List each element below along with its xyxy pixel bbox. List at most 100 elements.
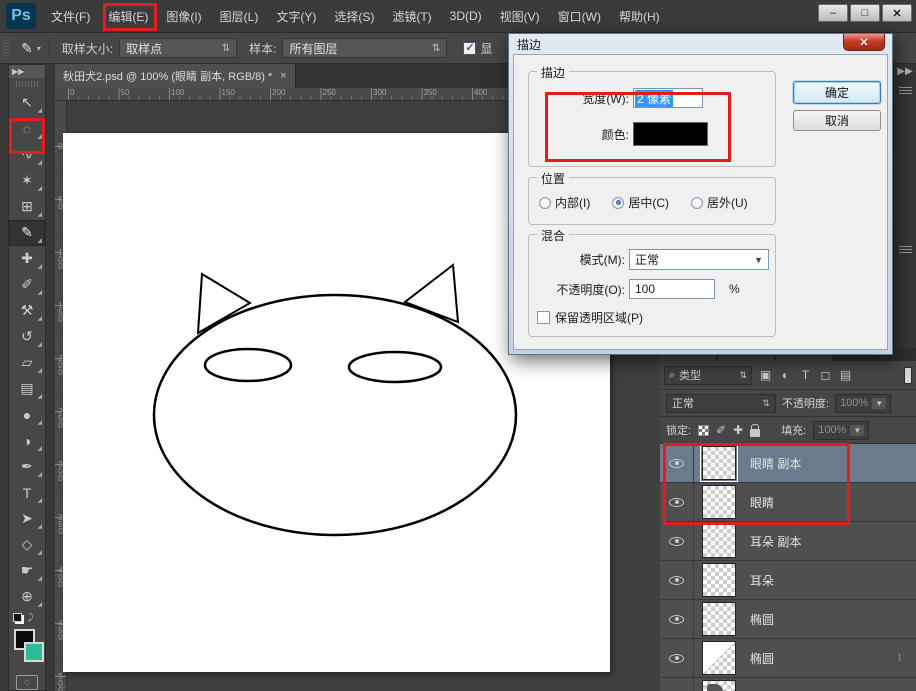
visibility-toggle[interactable] [660,483,694,521]
elliptical-marquee-tool[interactable]: ◌◢ [9,116,45,142]
menu-item-8[interactable]: 3D(D) [441,0,491,32]
lock-position-icon[interactable]: ✚ [733,423,743,437]
crop-tool[interactable]: ⊞◢ [9,194,45,220]
layer-row[interactable] [660,678,916,691]
layer-row[interactable]: 眼睛 副本 [660,444,916,483]
dialog-close-button[interactable]: ✕ [843,34,885,51]
preserve-transparency-checkbox[interactable] [537,311,550,324]
cancel-button[interactable]: 取消 [793,110,881,131]
hand-tool[interactable]: ☛◢ [9,558,45,584]
layer-thumbnail[interactable] [702,485,736,519]
fill-value[interactable]: 100% ▼ [813,421,869,440]
menu-item-11[interactable]: 帮助(H) [610,0,669,32]
visibility-toggle[interactable] [660,600,694,638]
current-tool-dropdown[interactable]: ✎ ▾ [13,36,50,60]
tools-collapse-header[interactable]: ▶▶ [9,65,45,78]
lasso-tool[interactable]: ∿◢ [9,142,45,168]
visibility-toggle[interactable] [660,639,694,677]
layer-row[interactable]: 耳朵 副本 [660,522,916,561]
visibility-toggle[interactable] [660,678,694,691]
visibility-toggle[interactable] [660,444,694,482]
document-tab[interactable]: 秋田犬2.psd @ 100% (眼睛 副本, RGB/8) * × [55,64,296,88]
history-brush-tool[interactable]: ↺◢ [9,324,45,350]
position-radio-2[interactable]: 居中(C) [612,194,669,211]
background-color-swatch[interactable] [24,642,44,662]
visibility-toggle[interactable] [660,522,694,560]
menu-item-6[interactable]: 选择(S) [325,0,383,32]
position-radio-3[interactable]: 居外(U) [691,194,748,211]
menu-item-1[interactable]: 文件(F) [42,0,99,32]
layer-thumbnail[interactable] [702,524,736,558]
move-tool[interactable]: ↖◢ [9,90,45,116]
layer-thumbnail[interactable] [702,680,736,691]
shape-tool[interactable]: ◇◢ [9,532,45,558]
zoom-tool[interactable]: ⊕◢ [9,584,45,610]
lock-paint-icon[interactable]: ✐ [716,423,726,437]
pen-tool[interactable]: ✒◢ [9,454,45,480]
gradient-tool[interactable]: ▤◢ [9,376,45,402]
stroke-dialog-title[interactable]: 描边 [509,34,892,54]
sample-size-select[interactable]: 取样点 ⇅ [119,38,237,58]
lock-transparency-icon[interactable] [698,425,709,436]
show-sampling-ring-checkbox[interactable]: ✓ [463,42,476,55]
pixel-layer-filter-icon[interactable]: ▣ [757,368,774,382]
filter-type-select[interactable]: ⌕ 类型 ⇅ [664,366,752,385]
layer-row[interactable]: 眼睛 [660,483,916,522]
eraser-tool[interactable]: ▱◢ [9,350,45,376]
clone-stamp-tool[interactable]: ⚒◢ [9,298,45,324]
type-layer-filter-icon[interactable]: T [797,368,814,382]
blend-mode-combo[interactable]: 正常 ▼ [629,249,769,270]
smart-object-filter-icon[interactable]: ▤ [837,368,854,382]
opacity-value[interactable]: 100% ▼ [835,394,891,413]
adjustment-layer-filter-icon[interactable]: ◐ [777,368,794,382]
opacity-input[interactable]: 100 [629,279,715,299]
stroke-width-input[interactable]: 2 像素 [633,88,703,108]
menu-item-4[interactable]: 图层(L) [211,0,268,32]
sample-select[interactable]: 所有图层 ⇅ [282,38,447,58]
menu-item-10[interactable]: 窗口(W) [549,0,610,32]
lock-all-icon[interactable] [750,429,760,437]
layer-row[interactable]: 耳朵 [660,561,916,600]
expand-panels-icon[interactable]: ▶▶ [897,66,912,77]
quick-mask-button[interactable]: ◌ [16,675,38,690]
panel-grip-icon[interactable] [899,244,912,253]
layer-row[interactable]: 椭圆⌇ [660,639,916,678]
options-bar-grip[interactable] [3,37,9,59]
filter-toggle[interactable] [904,367,912,384]
eye-icon [669,576,684,585]
menu-item-7[interactable]: 滤镜(T) [383,0,440,32]
type-tool[interactable]: T◢ [9,480,45,506]
swap-colors-icon[interactable]: ⤸ [28,612,33,623]
tab-close-icon[interactable]: × [280,70,286,82]
close-button[interactable]: ✕ [882,4,912,22]
layer-row[interactable]: 椭圆 [660,600,916,639]
layer-thumbnail[interactable] [702,563,736,597]
stroke-color-swatch[interactable] [633,122,708,146]
blur-tool[interactable]: ●◢ [9,402,45,428]
menu-item-9[interactable]: 视图(V) [491,0,549,32]
menu-item-5[interactable]: 文字(Y) [267,0,325,32]
layer-thumbnail[interactable] [702,602,736,636]
menu-item-3[interactable]: 图像(I) [157,0,210,32]
eyedropper-tool[interactable]: ✎◢ [9,220,45,246]
layer-thumbnail[interactable] [702,641,736,675]
blend-mode-select[interactable]: 正常 ⇅ [666,394,776,413]
layer-thumbnail[interactable] [702,446,736,480]
healing-brush-tool[interactable]: ✚◢ [9,246,45,272]
panel-grip-icon[interactable] [899,85,912,94]
ok-button[interactable]: 确定 [793,81,881,104]
maximize-button[interactable]: □ [850,4,880,22]
position-radio-1[interactable]: 内部(I) [539,194,590,211]
magic-wand-tool[interactable]: ✶◢ [9,168,45,194]
minimize-button[interactable]: – [818,4,848,22]
path-selection-tool[interactable]: ➤◢ [9,506,45,532]
visibility-toggle[interactable] [660,561,694,599]
brush-tool[interactable]: ✐◢ [9,272,45,298]
position-group: 位置 内部(I)居中(C)居外(U) [528,177,776,225]
gradient-tool-icon: ▤ [20,380,33,397]
default-colors-icon[interactable] [13,613,22,622]
tools-grip[interactable] [16,81,38,87]
shape-layer-filter-icon[interactable]: ◻ [817,368,834,382]
menu-item-2[interactable]: 编辑(E) [99,0,157,32]
dodge-tool[interactable]: ◑◢ [9,428,45,454]
